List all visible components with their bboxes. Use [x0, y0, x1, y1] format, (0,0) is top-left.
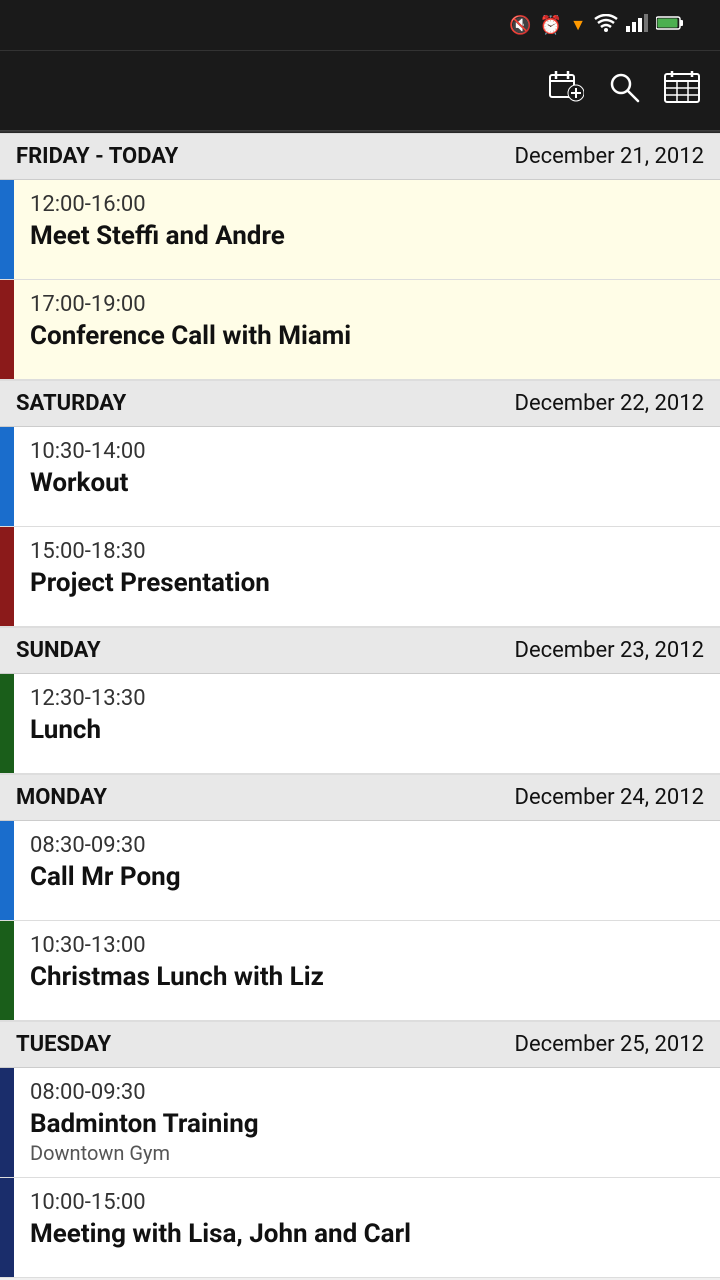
event-item-sun-1[interactable]: 12:30-13:30 Lunch — [0, 674, 720, 774]
event-content-mon-1: 08:30-09:30 Call Mr Pong — [14, 821, 720, 920]
calendar-view-button[interactable] — [664, 71, 700, 110]
day-name-saturday: SATURDAY — [16, 391, 126, 416]
event-item-fri-2[interactable]: 17:00-19:00 Conference Call with Miami — [0, 280, 720, 380]
event-item-tue-1[interactable]: 08:00-09:30 Badminton TrainingDowntown Gy… — [0, 1068, 720, 1178]
event-title-tue-1: Badminton Training — [30, 1109, 704, 1139]
event-time-mon-2: 10:30-13:00 — [30, 933, 704, 958]
add-event-button[interactable] — [548, 71, 584, 110]
day-date-friday: December 21, 2012 — [515, 144, 704, 169]
event-item-tue-2[interactable]: 10:00-15:00 Meeting with Lisa, John and C… — [0, 1178, 720, 1278]
event-stripe-mon-2 — [0, 921, 14, 1020]
event-stripe-fri-2 — [0, 280, 14, 379]
event-time-fri-2: 17:00-19:00 — [30, 292, 704, 317]
day-header-friday: FRIDAY - TODAY December 21, 2012 — [0, 133, 720, 180]
event-content-sat-1: 10:30-14:00 Workout — [14, 427, 720, 526]
event-stripe-sun-1 — [0, 674, 14, 773]
status-bar: 🔇 ⏰ ▼ — [0, 0, 720, 50]
download-icon: ▼ — [570, 15, 586, 35]
mute-icon: 🔇 — [509, 15, 531, 36]
day-name-monday: MONDAY — [16, 785, 107, 810]
event-stripe-fri-1 — [0, 180, 14, 279]
event-stripe-tue-2 — [0, 1178, 14, 1277]
toolbar-actions — [548, 71, 700, 110]
event-item-sat-1[interactable]: 10:30-14:00 Workout — [0, 427, 720, 527]
event-title-tue-2: Meeting with Lisa, John and Carl — [30, 1219, 704, 1249]
day-header-monday: MONDAY December 24, 2012 — [0, 774, 720, 821]
event-title-sat-2: Project Presentation — [30, 568, 704, 598]
event-content-fri-1: 12:00-16:00 Meet Steffi and Andre — [14, 180, 720, 279]
event-time-fri-1: 12:00-16:00 — [30, 192, 704, 217]
status-icons: 🔇 ⏰ ▼ — [509, 14, 684, 37]
event-time-sat-1: 10:30-14:00 — [30, 439, 704, 464]
day-date-saturday: December 22, 2012 — [515, 391, 704, 416]
day-name-tuesday: TUESDAY — [16, 1032, 111, 1057]
wifi-icon — [594, 14, 618, 37]
event-time-tue-1: 08:00-09:30 — [30, 1080, 704, 1105]
day-date-monday: December 24, 2012 — [515, 785, 704, 810]
event-title-fri-1: Meet Steffi and Andre — [30, 221, 704, 251]
event-item-sat-2[interactable]: 15:00-18:30 Project Presentation — [0, 527, 720, 627]
day-header-saturday: SATURDAY December 22, 2012 — [0, 380, 720, 427]
calendar-content: FRIDAY - TODAY December 21, 2012 12:00-16:… — [0, 133, 720, 1278]
event-content-sun-1: 12:30-13:30 Lunch — [14, 674, 720, 773]
event-content-tue-2: 10:00-15:00 Meeting with Lisa, John and C… — [14, 1178, 720, 1277]
event-title-sat-1: Workout — [30, 468, 704, 498]
event-stripe-mon-1 — [0, 821, 14, 920]
event-subtitle-tue-1: Downtown Gym — [30, 1141, 704, 1165]
search-button[interactable] — [608, 71, 640, 110]
signal-icon — [626, 14, 648, 37]
event-title-mon-2: Christmas Lunch with Liz — [30, 962, 704, 992]
event-time-mon-1: 08:30-09:30 — [30, 833, 704, 858]
alarm-icon: ⏰ — [540, 15, 562, 36]
event-stripe-sat-1 — [0, 427, 14, 526]
day-date-sunday: December 23, 2012 — [515, 638, 704, 663]
day-name-sunday: SUNDAY — [16, 638, 101, 663]
event-time-sat-2: 15:00-18:30 — [30, 539, 704, 564]
event-stripe-tue-1 — [0, 1068, 14, 1177]
event-title-fri-2: Conference Call with Miami — [30, 321, 704, 351]
event-time-tue-2: 10:00-15:00 — [30, 1190, 704, 1215]
event-item-fri-1[interactable]: 12:00-16:00 Meet Steffi and Andre — [0, 180, 720, 280]
event-stripe-sat-2 — [0, 527, 14, 626]
event-content-fri-2: 17:00-19:00 Conference Call with Miami — [14, 280, 720, 379]
event-content-tue-1: 08:00-09:30 Badminton TrainingDowntown Gy… — [14, 1068, 720, 1177]
day-header-sunday: SUNDAY December 23, 2012 — [0, 627, 720, 674]
event-title-sun-1: Lunch — [30, 715, 704, 745]
event-time-sun-1: 12:30-13:30 — [30, 686, 704, 711]
event-item-mon-2[interactable]: 10:30-13:00 Christmas Lunch with Liz — [0, 921, 720, 1021]
event-title-mon-1: Call Mr Pong — [30, 862, 704, 892]
event-item-mon-1[interactable]: 08:30-09:30 Call Mr Pong — [0, 821, 720, 921]
day-name-friday: FRIDAY - TODAY — [16, 144, 178, 169]
battery-icon — [656, 15, 684, 36]
event-content-sat-2: 15:00-18:30 Project Presentation — [14, 527, 720, 626]
day-header-tuesday: TUESDAY December 25, 2012 — [0, 1021, 720, 1068]
event-content-mon-2: 10:30-13:00 Christmas Lunch with Liz — [14, 921, 720, 1020]
toolbar — [0, 50, 720, 130]
day-date-tuesday: December 25, 2012 — [515, 1032, 704, 1057]
